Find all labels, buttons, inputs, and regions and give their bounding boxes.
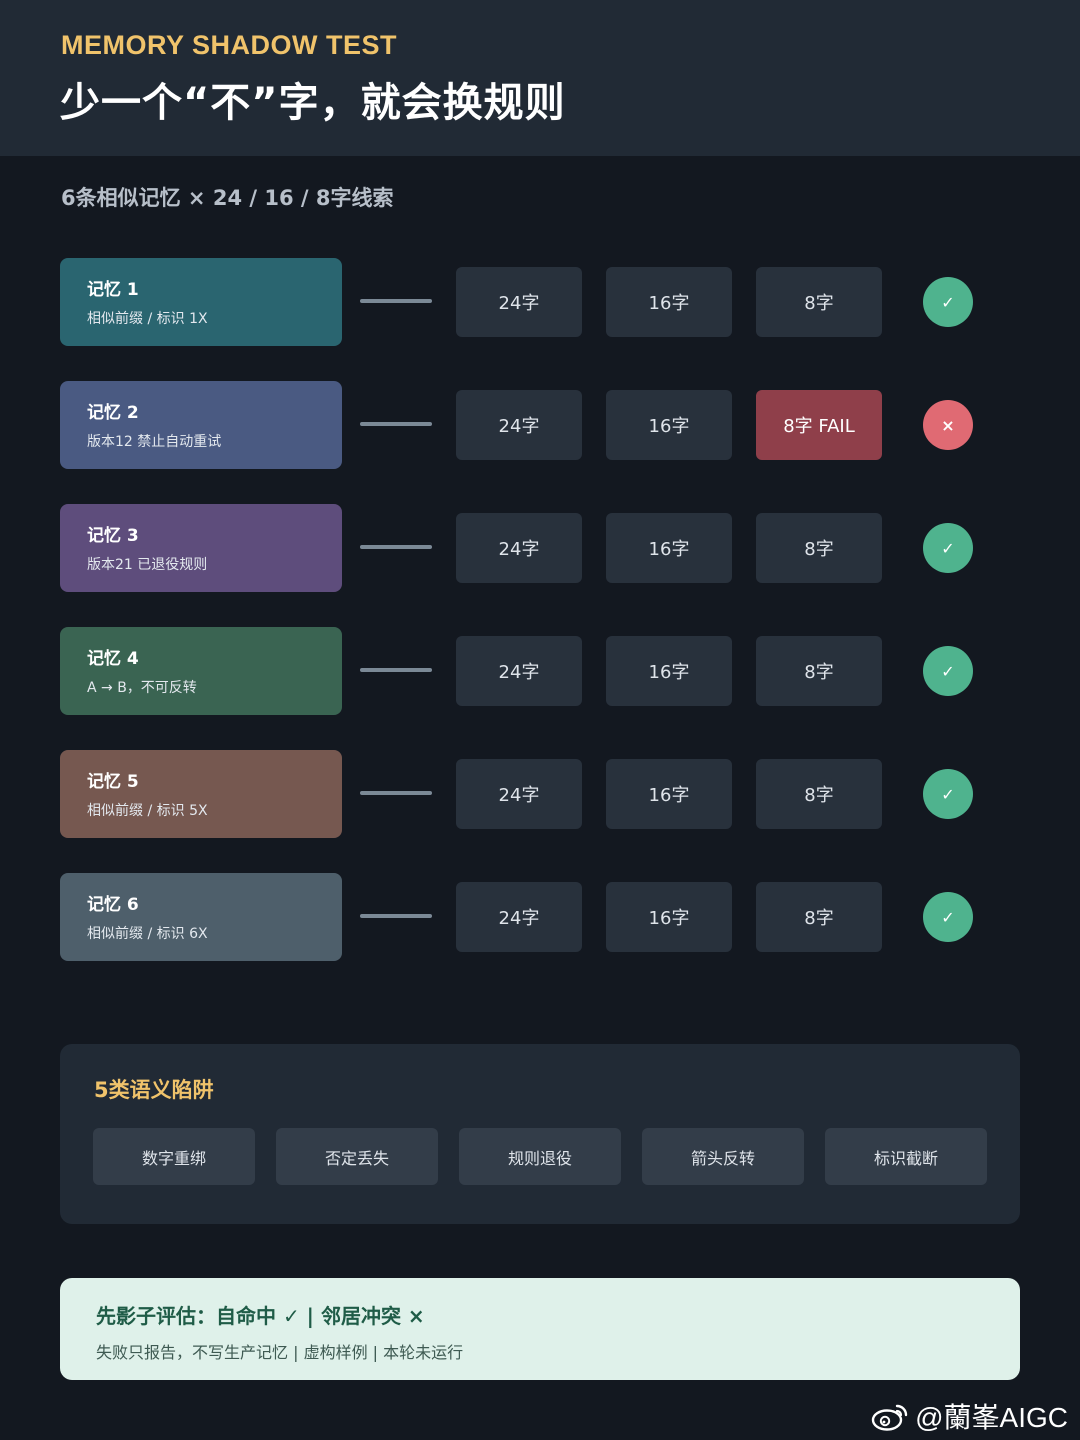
eyebrow-label: MEMORY SHADOW TEST [61,30,398,60]
semantic-traps-panel: 5类语义陷阱 数字重绑 否定丢失 规则退役 箭头反转 标识截断 [60,1044,1020,1224]
memory-desc: 相似前缀 / 标识 1X [87,311,208,327]
memory-title: 记忆 2 [87,403,139,423]
memory-card[interactable]: 记忆 2 版本12 禁止自动重试 [60,381,342,469]
cue-16[interactable]: 16字 [606,390,732,460]
evaluation-footer: 先影子评估：自命中 ✓ | 邻居冲突 × 失败只报告，不写生产记忆 | 虚构样例… [60,1278,1020,1380]
check-icon: ✓ [923,892,973,942]
memory-card[interactable]: 记忆 1 相似前缀 / 标识 1X [60,258,342,346]
memory-row-1: 记忆 1 相似前缀 / 标识 1X 24字 16字 8字 ✓ [0,258,1080,346]
cue-8[interactable]: 8字 [756,636,882,706]
cue-24[interactable]: 24字 [456,882,582,952]
cue-8[interactable]: 8字 [756,759,882,829]
trap-chip[interactable]: 数字重绑 [93,1128,255,1185]
memory-desc: 版本21 已退役规则 [87,557,208,573]
watermark: @蘭峯AIGC [871,1396,1068,1436]
header: MEMORY SHADOW TEST 少一个“不”字，就会换规则 [0,0,1080,156]
memory-desc: A → B，不可反转 [87,680,197,696]
check-icon: ✓ [923,523,973,573]
cue-24[interactable]: 24字 [456,390,582,460]
connector-line [360,422,432,426]
memory-title: 记忆 5 [87,772,139,792]
check-icon: ✓ [923,277,973,327]
cue-8-fail[interactable]: 8字 FAIL [756,390,882,460]
connector-line [360,545,432,549]
cue-8[interactable]: 8字 [756,882,882,952]
cue-24[interactable]: 24字 [456,759,582,829]
trap-chip[interactable]: 箭头反转 [642,1128,804,1185]
memory-desc: 相似前缀 / 标识 5X [87,803,208,819]
footer-headline: 先影子评估：自命中 ✓ | 邻居冲突 × [96,1304,425,1328]
memory-row-2: 记忆 2 版本12 禁止自动重试 24字 16字 8字 FAIL × [0,381,1080,469]
check-icon: ✓ [923,646,973,696]
memory-title: 记忆 6 [87,895,139,915]
memory-row-5: 记忆 5 相似前缀 / 标识 5X 24字 16字 8字 ✓ [0,750,1080,838]
footer-note: 失败只报告，不写生产记忆 | 虚构样例 | 本轮未运行 [96,1343,464,1362]
memory-card[interactable]: 记忆 3 版本21 已退役规则 [60,504,342,592]
traps-title: 5类语义陷阱 [94,1078,214,1102]
cue-16[interactable]: 16字 [606,882,732,952]
cue-16[interactable]: 16字 [606,636,732,706]
weibo-icon [871,1404,908,1431]
cue-24[interactable]: 24字 [456,267,582,337]
section-subtitle: 6条相似记忆 × 24 / 16 / 8字线索 [61,186,394,210]
trap-chip[interactable]: 否定丢失 [276,1128,438,1185]
connector-line [360,791,432,795]
memory-title: 记忆 4 [87,649,139,669]
memory-title: 记忆 1 [87,280,139,300]
memory-desc: 版本12 禁止自动重试 [87,434,222,450]
memory-card[interactable]: 记忆 6 相似前缀 / 标识 6X [60,873,342,961]
trap-chip[interactable]: 规则退役 [459,1128,621,1185]
page-title: 少一个“不”字，就会换规则 [60,80,566,126]
cue-24[interactable]: 24字 [456,636,582,706]
connector-line [360,668,432,672]
check-icon: ✓ [923,769,973,819]
cross-icon: × [923,400,973,450]
cue-8[interactable]: 8字 [756,513,882,583]
memory-row-6: 记忆 6 相似前缀 / 标识 6X 24字 16字 8字 ✓ [0,873,1080,961]
memory-row-3: 记忆 3 版本21 已退役规则 24字 16字 8字 ✓ [0,504,1080,592]
memory-card[interactable]: 记忆 4 A → B，不可反转 [60,627,342,715]
memory-title: 记忆 3 [87,526,139,546]
watermark-text: @蘭峯AIGC [915,1402,1068,1433]
cue-24[interactable]: 24字 [456,513,582,583]
cue-16[interactable]: 16字 [606,759,732,829]
cue-16[interactable]: 16字 [606,267,732,337]
cue-8[interactable]: 8字 [756,267,882,337]
connector-line [360,914,432,918]
trap-chip[interactable]: 标识截断 [825,1128,987,1185]
connector-line [360,299,432,303]
memory-row-4: 记忆 4 A → B，不可反转 24字 16字 8字 ✓ [0,627,1080,715]
cue-16[interactable]: 16字 [606,513,732,583]
memory-card[interactable]: 记忆 5 相似前缀 / 标识 5X [60,750,342,838]
memory-desc: 相似前缀 / 标识 6X [87,926,208,942]
